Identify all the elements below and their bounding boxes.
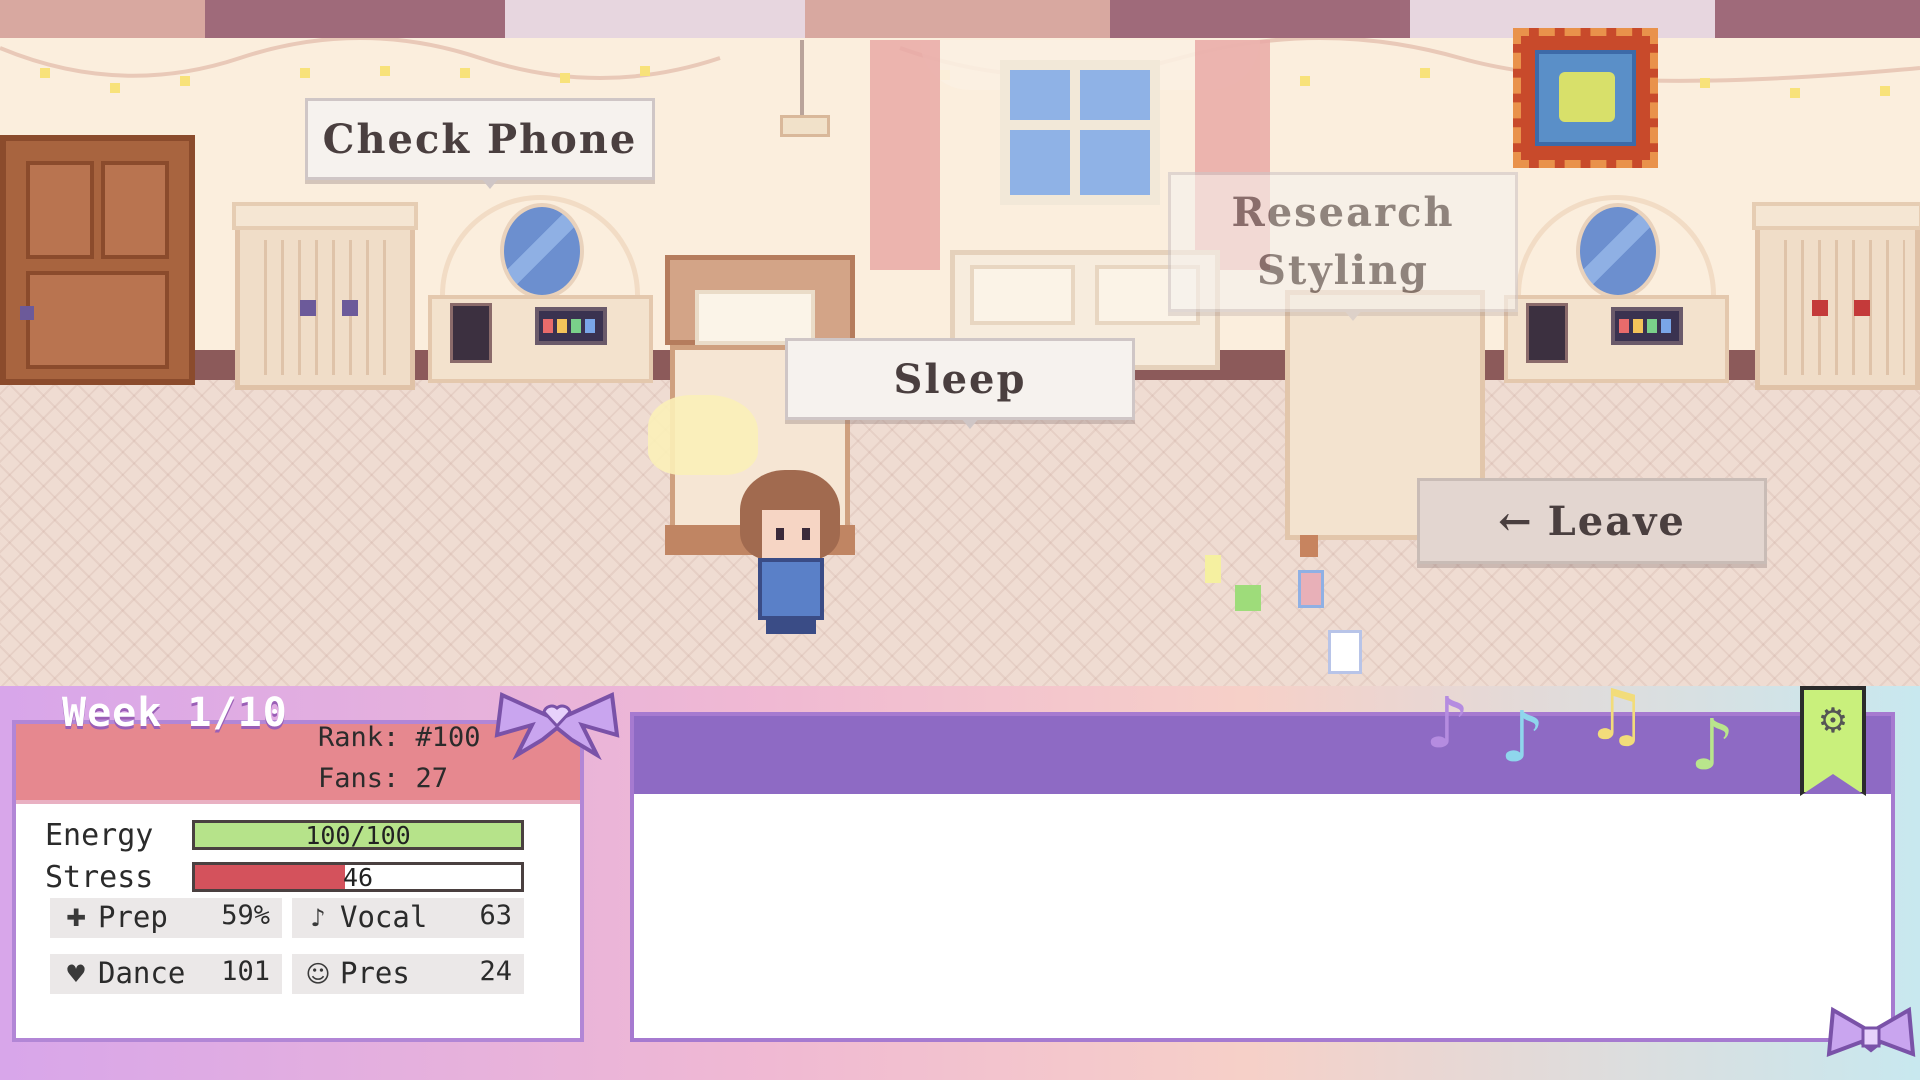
energy-label: Energy xyxy=(45,818,154,853)
music-note-icon: ♪ xyxy=(1500,696,1545,778)
wardrobe-right xyxy=(1752,202,1920,390)
floor-item-green xyxy=(1235,585,1261,611)
skill-value: 63 xyxy=(479,900,512,931)
wardrobe-doors xyxy=(1770,240,1905,375)
smile-icon: ☺ xyxy=(305,960,331,988)
research-styling-button[interactable]: Research Styling xyxy=(1168,172,1518,321)
stress-label: Stress xyxy=(45,860,154,895)
wardrobe-top xyxy=(1752,202,1920,230)
door[interactable] xyxy=(0,135,195,385)
bed-pillow xyxy=(695,290,815,345)
door-panel xyxy=(26,161,94,259)
skill-value: 24 xyxy=(479,956,512,987)
wall-stripe xyxy=(805,0,1110,38)
curtain-left xyxy=(870,40,940,270)
check-phone-button[interactable]: Check Phone xyxy=(305,98,655,189)
wall-stripe xyxy=(1715,0,1920,38)
bow-icon xyxy=(1826,1006,1916,1057)
music-note-icon: ♪ xyxy=(1690,704,1735,786)
puzzle-icon: ✚ xyxy=(65,904,87,932)
leave-button[interactable]: ← Leave xyxy=(1417,478,1767,564)
vanity-mirror xyxy=(1576,203,1660,299)
music-note-icon: ♪ xyxy=(1425,682,1470,764)
skill-name: Dance xyxy=(98,956,186,990)
door-panel xyxy=(26,271,169,369)
character-eye xyxy=(776,528,784,540)
skill-dance: ♥ Dance 101 xyxy=(50,954,282,994)
picture-face xyxy=(1559,72,1615,122)
skill-value: 59% xyxy=(221,900,270,931)
vanity-stool xyxy=(1526,303,1568,363)
leave-label: Leave xyxy=(1547,497,1686,545)
wall-stripe xyxy=(205,0,505,38)
wardrobe-left xyxy=(232,202,418,390)
wardrobe-knob xyxy=(342,300,358,316)
bottle-icon xyxy=(1328,630,1362,674)
ceiling-lamp xyxy=(800,40,804,120)
skill-name: Prep xyxy=(98,900,168,934)
energy-bar: 100/100 xyxy=(192,820,524,850)
floor-item-yellow xyxy=(1205,555,1221,583)
energy-value: 100/100 xyxy=(305,820,411,850)
door-knob xyxy=(20,306,34,320)
framed-picture xyxy=(1513,28,1658,168)
skill-vocal: ♪ Vocal 63 xyxy=(292,898,524,938)
makeup-palette xyxy=(535,307,607,345)
window xyxy=(1000,60,1160,205)
bow-icon xyxy=(494,692,620,760)
wardrobe-knob xyxy=(1854,300,1870,316)
desk-leg xyxy=(1300,535,1318,557)
music-notes-icon: ♫ xyxy=(1585,674,1648,756)
research-label-line1: Research xyxy=(1231,189,1455,236)
vanity-mirror xyxy=(500,203,584,299)
ceiling-lamp-shade xyxy=(780,115,830,137)
character-body xyxy=(758,558,824,620)
stress-bar: 46 xyxy=(192,862,524,892)
music-note-icon: ♪ xyxy=(310,904,326,932)
skill-prep: ✚ Prep 59% xyxy=(50,898,282,938)
wall-stripe xyxy=(505,0,805,38)
vanity-stool xyxy=(450,303,492,363)
skill-value: 101 xyxy=(221,956,270,987)
heart-icon: ♥ xyxy=(65,960,87,988)
door-panel xyxy=(101,161,169,259)
character-face xyxy=(762,510,820,558)
pet-blob xyxy=(648,395,758,475)
wardrobe-knob xyxy=(300,300,316,316)
research-label-line2: Styling xyxy=(1256,247,1430,294)
picture-canvas xyxy=(1535,50,1636,146)
wall-stripe xyxy=(1110,0,1410,38)
arrow-left-icon: ← xyxy=(1498,497,1534,545)
skill-name: Vocal xyxy=(340,900,428,934)
fans-text: Fans: 27 xyxy=(318,763,449,794)
wardrobe-doors xyxy=(250,240,400,375)
gift-box-icon xyxy=(1298,570,1324,608)
vanity-right xyxy=(1504,195,1729,425)
stress-value: 46 xyxy=(342,862,374,892)
gear-icon: ⚙ xyxy=(1817,701,1849,741)
week-counter: Week 1/10 xyxy=(62,690,288,736)
wall-stripe xyxy=(0,0,205,38)
rank-text: Rank: #100 xyxy=(318,722,481,753)
wardrobe-knob xyxy=(1812,300,1828,316)
window-bar xyxy=(1010,120,1150,130)
player-character xyxy=(740,470,840,640)
character-eye xyxy=(802,528,810,540)
game-scene: Check Phone Sleep Research Styling ← Lea… xyxy=(0,0,1920,1080)
skill-pres: ☺ Pres 24 xyxy=(292,954,524,994)
wardrobe-top xyxy=(232,202,418,230)
vanity-left xyxy=(428,195,653,425)
sofa-cushion xyxy=(970,265,1075,325)
window-bar xyxy=(1070,70,1080,195)
skill-name: Pres xyxy=(340,956,410,990)
character-feet xyxy=(766,618,816,634)
sleep-button[interactable]: Sleep xyxy=(785,338,1135,429)
makeup-palette xyxy=(1611,307,1683,345)
